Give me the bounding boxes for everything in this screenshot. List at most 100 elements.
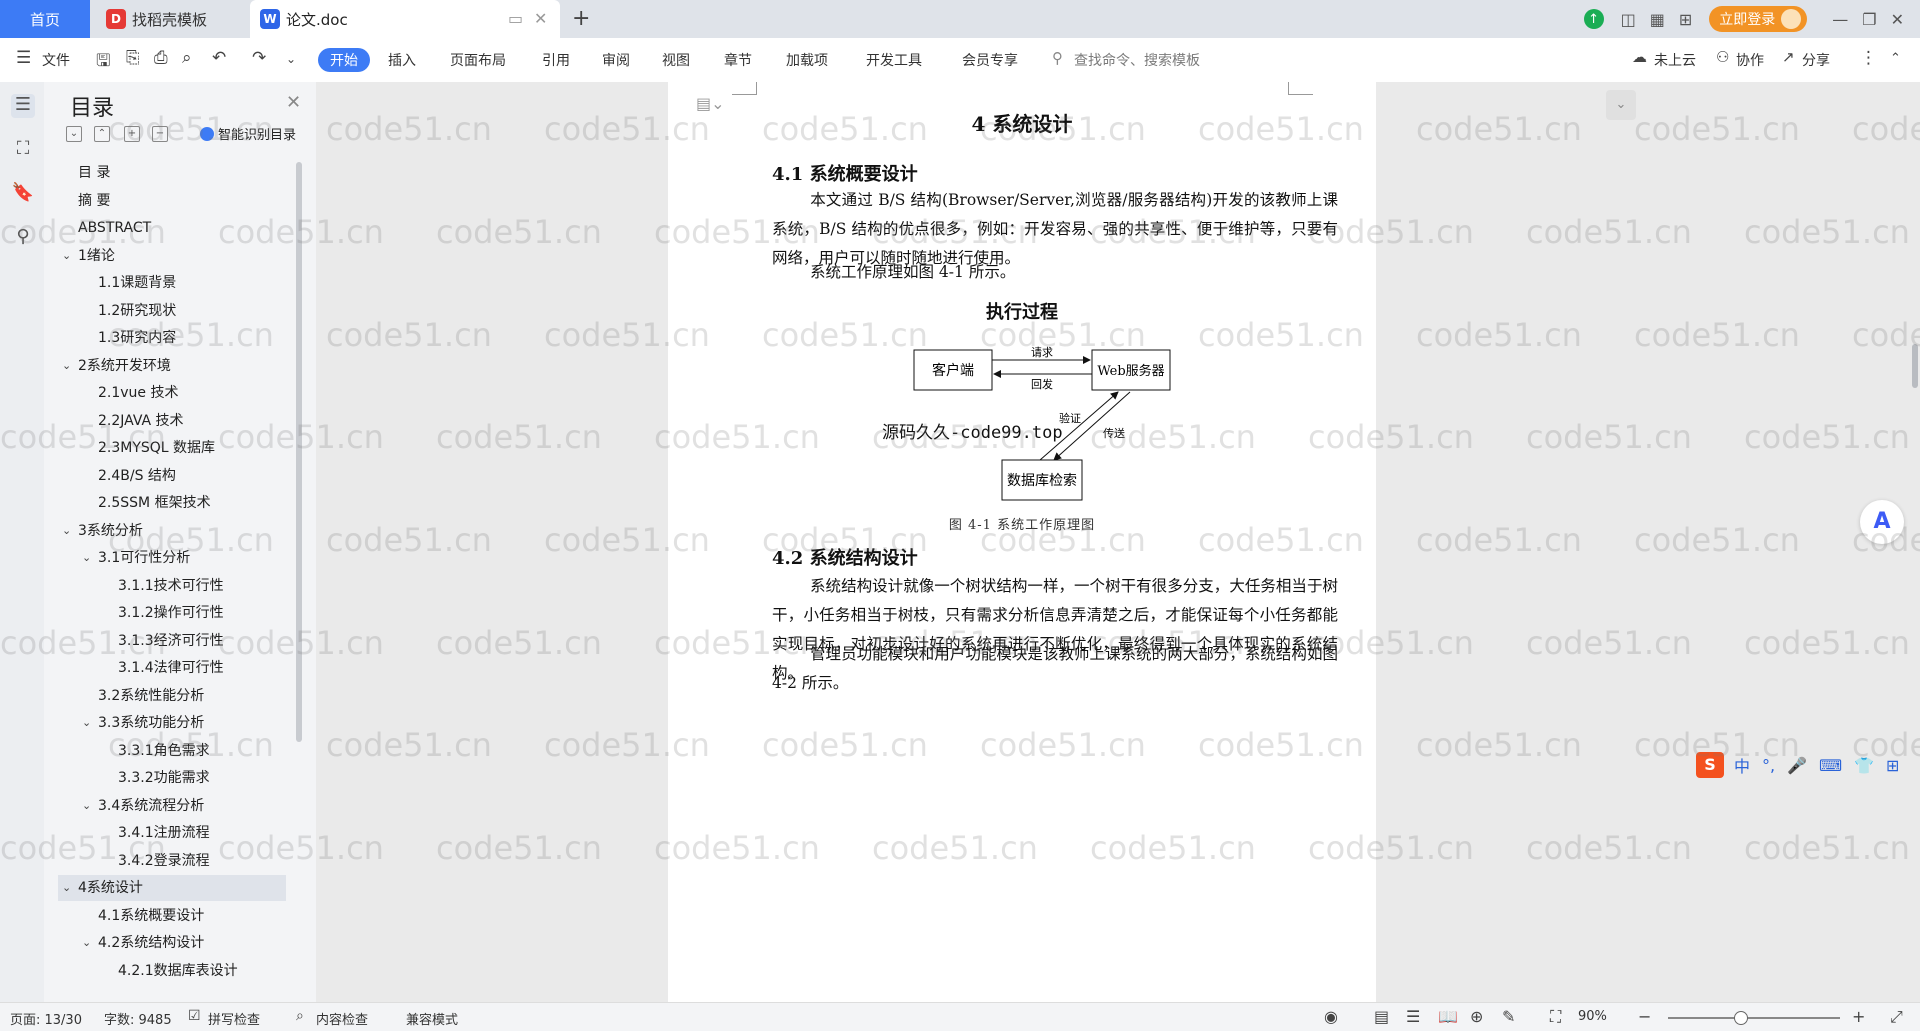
toc-item[interactable]: 3.1.3经济可行性 bbox=[58, 628, 286, 654]
toc-item[interactable]: 3.1.1技术可行性 bbox=[58, 573, 286, 599]
pen-icon[interactable]: ✎ bbox=[1502, 1007, 1515, 1026]
page-view-icon[interactable]: ▤ bbox=[1374, 1007, 1389, 1026]
toc-item[interactable]: 摘 要 bbox=[58, 188, 286, 214]
ribbon-tab-references[interactable]: 引用 bbox=[542, 50, 570, 70]
toc-item[interactable]: ⌄ 2系统开发环境 bbox=[58, 353, 286, 379]
chevron-down-icon[interactable]: ⌄ bbox=[82, 793, 91, 819]
toc-item[interactable]: 3.4.2登录流程 bbox=[58, 848, 286, 874]
zoom-level[interactable]: 90% bbox=[1578, 1009, 1607, 1024]
ime-language[interactable]: 中 bbox=[1734, 753, 1750, 777]
menu-icon[interactable]: ☰ bbox=[16, 48, 31, 68]
ime-tools-icon[interactable]: ⊞ bbox=[1886, 756, 1899, 775]
ribbon-tab-view[interactable]: 视图 bbox=[662, 50, 690, 70]
file-menu[interactable]: 文件 bbox=[42, 50, 70, 70]
tab-close-icon[interactable]: ✕ bbox=[534, 9, 547, 28]
tab-home[interactable]: 首页 bbox=[0, 0, 90, 38]
spellcheck-button[interactable]: 拼写检查 bbox=[208, 1009, 260, 1028]
ribbon-tab-chapter[interactable]: 章节 bbox=[724, 50, 752, 70]
toc-item[interactable]: ⌄ 4系统设计 bbox=[58, 875, 286, 901]
close-window-icon[interactable]: ✕ bbox=[1891, 10, 1904, 29]
tab-template[interactable]: D 找稻壳模板 bbox=[94, 0, 254, 38]
print-icon[interactable]: ⎙ bbox=[154, 48, 168, 68]
add-heading-icon[interactable]: + bbox=[124, 126, 140, 142]
chapter-nav-icon[interactable]: ⛶ bbox=[11, 138, 35, 162]
fullscreen-icon[interactable]: ⤢ bbox=[1890, 1007, 1903, 1027]
ribbon-tab-devtools[interactable]: 开发工具 bbox=[866, 50, 922, 70]
toc-item[interactable]: ⌄ 3.1可行性分析 bbox=[58, 545, 286, 571]
layout-icon[interactable]: ◫ bbox=[1621, 10, 1636, 29]
toc-item[interactable]: 2.5SSM 框架技术 bbox=[58, 490, 286, 516]
toc-item[interactable]: 2.1vue 技术 bbox=[58, 380, 286, 406]
redo-icon[interactable]: ↷ bbox=[252, 48, 266, 68]
read-view-icon[interactable]: 📖 bbox=[1438, 1007, 1458, 1026]
toc-item[interactable]: 1.2研究现状 bbox=[58, 298, 286, 324]
document-options-icon[interactable]: ▤⌄ bbox=[696, 94, 725, 113]
command-search-input[interactable]: 查找命令、搜索模板 bbox=[1074, 50, 1200, 70]
share-button[interactable]: 分享 bbox=[1802, 50, 1830, 70]
remove-heading-icon[interactable]: − bbox=[152, 126, 168, 142]
toc-item[interactable]: 2.2JAVA 技术 bbox=[58, 408, 286, 434]
chevron-down-icon[interactable]: ⌄ bbox=[82, 545, 91, 571]
web-view-icon[interactable]: ⊕ bbox=[1470, 1007, 1483, 1026]
login-button[interactable]: 立即登录 bbox=[1709, 6, 1808, 32]
page-indicator[interactable]: 页面: 13/30 bbox=[10, 1009, 82, 1028]
ribbon-tab-member[interactable]: 会员专享 bbox=[962, 50, 1018, 70]
zoom-slider-track[interactable] bbox=[1668, 1017, 1840, 1019]
apps-grid-icon[interactable]: ⊞ bbox=[1679, 10, 1692, 29]
tab-window-icon[interactable]: ▭ bbox=[508, 9, 523, 28]
more-icon[interactable]: ⋮ bbox=[1860, 48, 1877, 68]
collapse-icon[interactable]: ⌃ bbox=[94, 126, 110, 142]
bookmark-icon[interactable]: 🔖 bbox=[11, 182, 35, 206]
toc-item[interactable]: 4.1系统概要设计 bbox=[58, 903, 286, 929]
quick-access-dropdown-icon[interactable]: ⌄ bbox=[286, 52, 296, 66]
ribbon-tab-layout[interactable]: 页面布局 bbox=[450, 50, 506, 70]
sogou-ime-icon[interactable]: S bbox=[1696, 752, 1724, 778]
close-panel-icon[interactable]: ✕ bbox=[286, 92, 301, 113]
smart-toc-button[interactable]: 智能识别目录 bbox=[200, 124, 296, 143]
document-page[interactable]: 4 系统设计 4.1 系统概要设计 本文通过 B/S 结构(Browser/Se… bbox=[668, 82, 1376, 1002]
ime-skin-icon[interactable]: 👕 bbox=[1854, 756, 1874, 775]
ai-assistant-icon[interactable]: A bbox=[1860, 500, 1904, 544]
ribbon-tab-review[interactable]: 审阅 bbox=[602, 50, 630, 70]
toc-item[interactable]: 4.2.1数据库表设计 bbox=[58, 958, 286, 984]
chevron-down-icon[interactable]: ⌄ bbox=[82, 930, 91, 956]
toc-icon[interactable]: ☰ bbox=[11, 94, 35, 118]
toc-item[interactable]: 2.4B/S 结构 bbox=[58, 463, 286, 489]
toc-item[interactable]: 1.1课题背景 bbox=[58, 270, 286, 296]
ribbon-tab-start[interactable]: 开始 bbox=[318, 48, 370, 72]
toc-item[interactable]: 3.3.1角色需求 bbox=[58, 738, 286, 764]
chevron-down-icon[interactable]: ⌄ bbox=[62, 243, 71, 269]
toc-item[interactable]: ⌄ 3系统分析 bbox=[58, 518, 286, 544]
toc-item[interactable]: 1.3研究内容 bbox=[58, 325, 286, 351]
toc-item[interactable]: 3.3.2功能需求 bbox=[58, 765, 286, 791]
save-icon[interactable]: 🖫 bbox=[96, 48, 110, 77]
toc-item[interactable]: 3.1.4法律可行性 bbox=[58, 655, 286, 681]
content-check-button[interactable]: 内容检查 bbox=[316, 1009, 368, 1028]
zoom-slider-thumb[interactable] bbox=[1734, 1011, 1749, 1025]
cloud-status[interactable]: 未上云 bbox=[1654, 50, 1696, 70]
toc-item[interactable]: ⌄ 1绪论 bbox=[58, 243, 286, 269]
toc-item[interactable]: 3.4.1注册流程 bbox=[58, 820, 286, 846]
upgrade-icon[interactable]: ↑ bbox=[1583, 9, 1604, 29]
collaborate-button[interactable]: 协作 bbox=[1736, 50, 1764, 70]
export-pdf-icon[interactable]: ⎘ bbox=[126, 48, 140, 68]
eye-protect-icon[interactable]: ◉ bbox=[1324, 1007, 1338, 1026]
ribbon-tab-insert[interactable]: 插入 bbox=[388, 50, 416, 70]
scrollbar-thumb[interactable] bbox=[1912, 344, 1918, 388]
ime-punct-icon[interactable]: °, bbox=[1762, 756, 1775, 775]
zoom-out-icon[interactable]: − bbox=[1638, 1007, 1651, 1026]
tab-document[interactable]: W 论文.doc ▭ ✕ bbox=[250, 0, 560, 38]
toc-scrollbar[interactable] bbox=[296, 162, 302, 742]
word-count[interactable]: 字数: 9485 bbox=[104, 1009, 172, 1028]
filter-panel-icon[interactable]: ⌄ bbox=[1606, 90, 1636, 120]
chevron-down-icon[interactable]: ⌄ bbox=[82, 710, 91, 736]
new-tab-button[interactable]: + bbox=[572, 6, 590, 31]
restore-icon[interactable]: ❐ bbox=[1862, 10, 1876, 29]
ribbon-tab-addins[interactable]: 加载项 bbox=[786, 50, 828, 70]
print-preview-icon[interactable]: ⌕ bbox=[182, 48, 192, 68]
chevron-down-icon[interactable]: ⌄ bbox=[62, 875, 71, 901]
toc-item[interactable]: ⌄ 3.3系统功能分析 bbox=[58, 710, 286, 736]
fit-page-icon[interactable]: ⛶ bbox=[1550, 1007, 1561, 1027]
ime-voice-icon[interactable]: 🎤 bbox=[1787, 756, 1807, 775]
toc-item[interactable]: 2.3MYSQL 数据库 bbox=[58, 435, 286, 461]
